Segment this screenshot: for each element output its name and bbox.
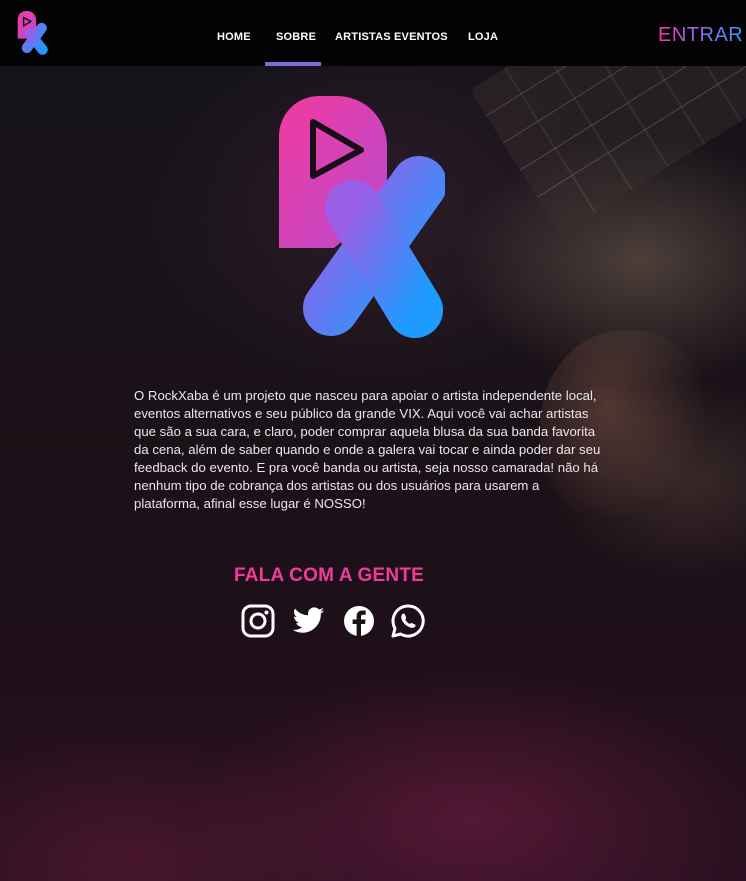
page: HOME SOBRE ARTISTAS EVENTOS LOJA ENTRAR …	[0, 0, 746, 881]
top-nav: HOME SOBRE ARTISTAS EVENTOS LOJA ENTRAR	[0, 0, 746, 66]
nav-item-loja[interactable]: LOJA	[468, 31, 498, 43]
nav-item-eventos[interactable]: EVENTOS	[394, 31, 448, 43]
facebook-icon[interactable]	[341, 603, 377, 639]
twitter-icon[interactable]	[290, 603, 326, 639]
whatsapp-icon[interactable]	[390, 603, 426, 639]
nav-active-indicator	[265, 62, 321, 66]
about-description: O RockXaba é um projeto que nasceu para …	[134, 388, 601, 512]
nav-item-artistas[interactable]: ARTISTAS	[335, 31, 391, 43]
contact-title: FALA COM A GENTE	[233, 565, 425, 586]
rockxaba-logo-icon[interactable]	[17, 11, 49, 56]
enter-button[interactable]: ENTRAR	[658, 24, 743, 47]
hero-rockxaba-logo-icon	[279, 96, 445, 338]
instagram-icon[interactable]	[240, 603, 276, 639]
nav-item-home[interactable]: HOME	[217, 31, 251, 43]
nav-item-sobre[interactable]: SOBRE	[276, 31, 316, 43]
